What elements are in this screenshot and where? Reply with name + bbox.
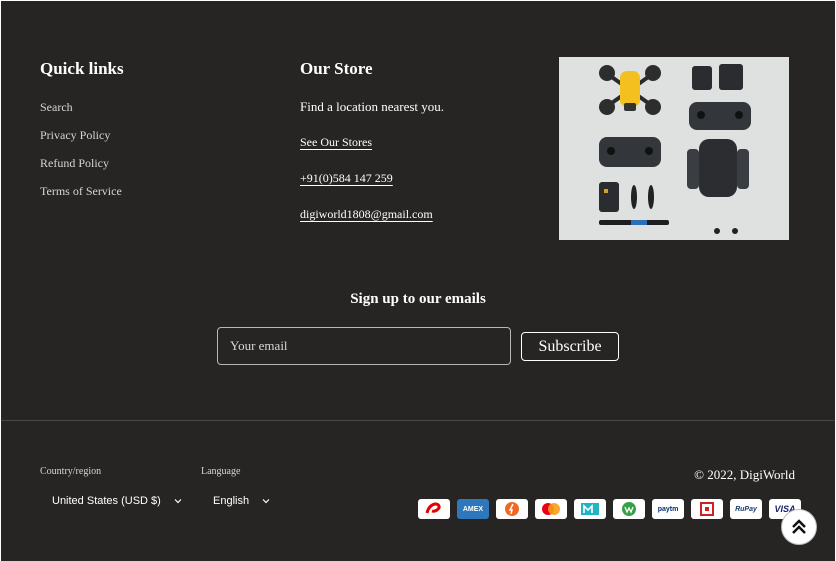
airtel-icon [418, 499, 450, 519]
mastercard-icon [535, 499, 567, 519]
rupay-label: RuPay [735, 505, 757, 513]
country-value: United States (USD $) [52, 495, 161, 507]
email-link[interactable]: digiworld1808@gmail.com [300, 207, 433, 222]
footer-link-refund-policy[interactable]: Refund Policy [40, 156, 122, 184]
phone-link[interactable]: +91(0)584 147 259 [300, 171, 393, 186]
language-value: English [213, 495, 250, 507]
footer-link-search[interactable]: Search [40, 100, 122, 128]
quick-links-menu: Search Privacy Policy Refund Policy Term… [40, 100, 122, 212]
country-label: Country/region [40, 466, 102, 477]
amex-label: AMEX [462, 505, 484, 513]
footer-link-terms-of-service[interactable]: Terms of Service [40, 184, 122, 212]
chevron-down-icon [262, 499, 270, 504]
see-our-stores-link[interactable]: See Our Stores [300, 135, 372, 150]
site-footer: Quick links Search Privacy Policy Refund… [1, 1, 835, 561]
mobikwik-icon [574, 499, 606, 519]
drone-kit-photo [559, 57, 789, 240]
copyright-text: © 2022, DigiWorld [694, 467, 795, 482]
footer-divider [1, 420, 835, 421]
payment-methods: AMEX paytm RuPay VISA [418, 499, 801, 519]
double-chevron-up-icon [792, 519, 806, 534]
store-tagline: Find a location nearest you. [300, 99, 445, 114]
newsletter-heading: Sign up to our emails [350, 291, 486, 307]
rupay-icon: RuPay [730, 499, 762, 519]
paytm-label: paytm [657, 505, 679, 513]
quick-links-heading: Quick links [40, 59, 124, 78]
paytm-icon: paytm [652, 499, 684, 519]
newsletter-email-input[interactable] [218, 328, 510, 364]
country-selector[interactable]: United States (USD $) [52, 495, 183, 507]
freecharge-icon [496, 499, 528, 519]
amex-icon: AMEX [457, 499, 489, 519]
language-selector[interactable]: English [213, 495, 271, 507]
jio-icon [691, 499, 723, 519]
scroll-to-top-button[interactable] [781, 509, 817, 545]
footer-link-privacy-policy[interactable]: Privacy Policy [40, 128, 122, 156]
email-field-wrapper [217, 327, 511, 365]
language-label: Language [201, 466, 241, 477]
olamoney-icon [613, 499, 645, 519]
our-store-heading: Our Store [300, 59, 373, 78]
subscribe-button[interactable]: Subscribe [521, 332, 619, 361]
chevron-down-icon [174, 499, 182, 504]
